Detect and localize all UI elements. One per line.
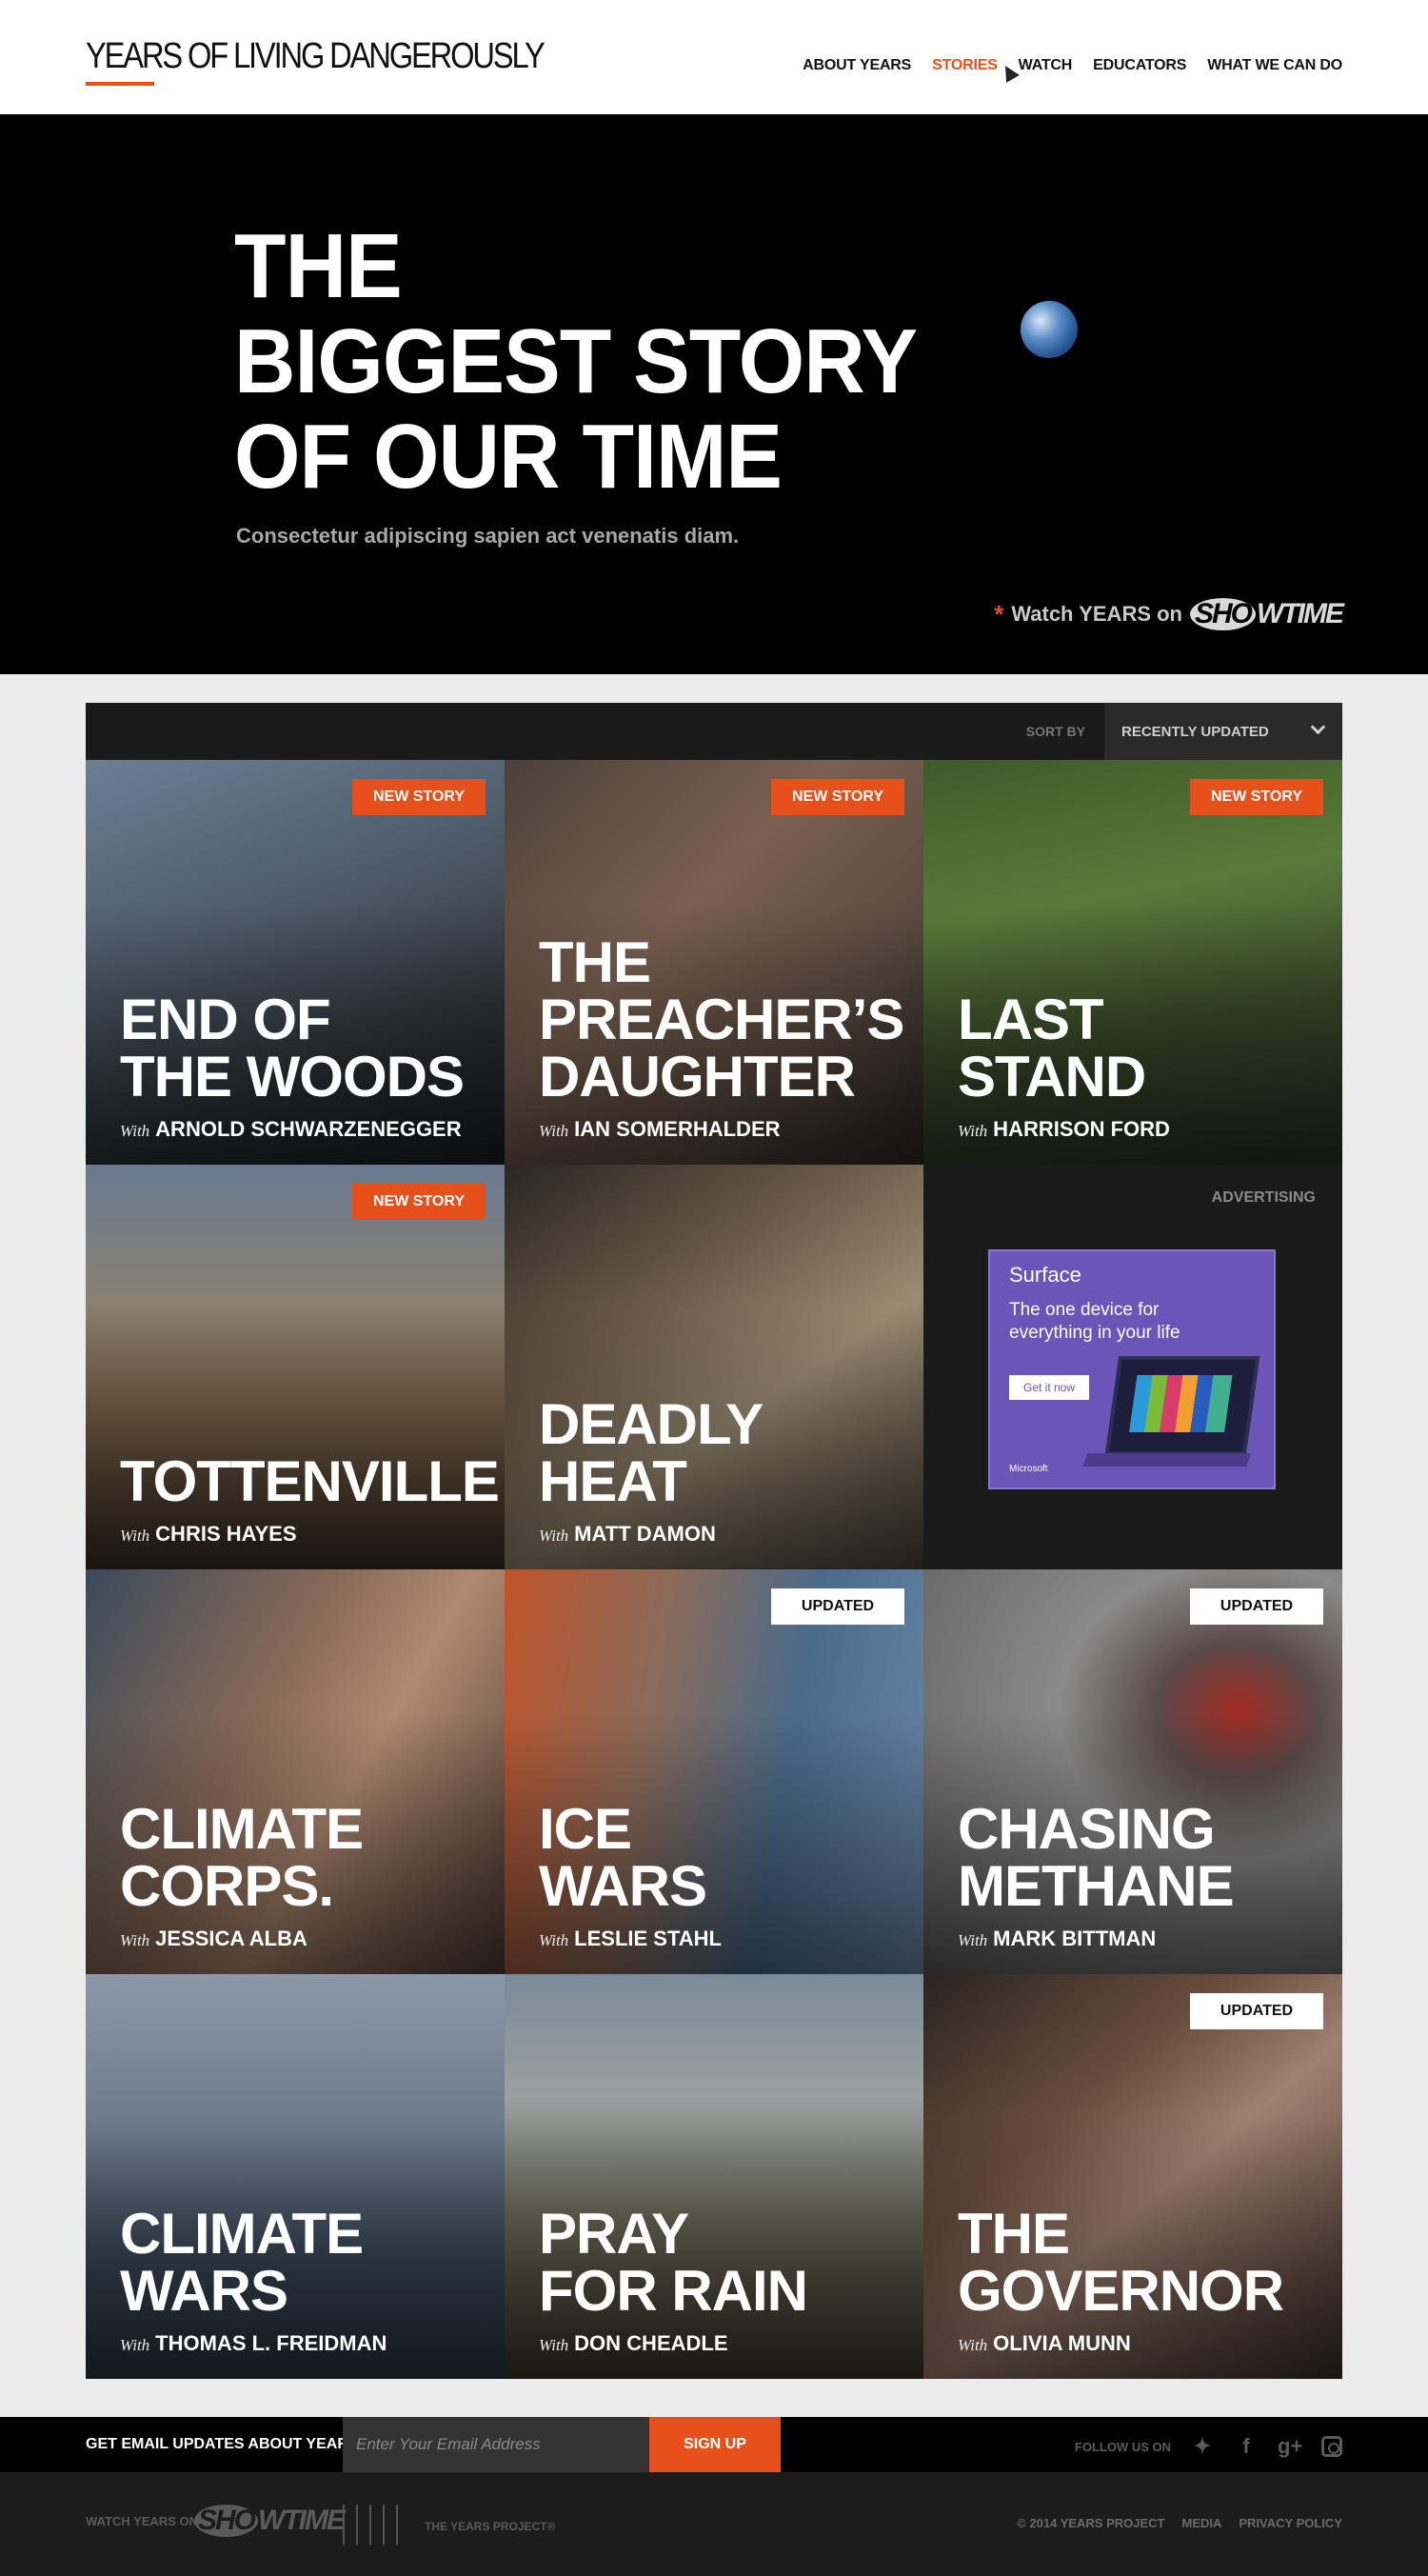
copyright-text: © 2014 YEARS PROJECT — [1017, 2516, 1165, 2530]
microsoft-logo: Microsoft — [1009, 1464, 1048, 1474]
hero-banner: THE BIGGEST STORY OF OUR TIME Consectetu… — [0, 114, 1428, 674]
story-tile-last-stand[interactable]: NEW STORY LAST STAND With HARRISON FORD — [923, 760, 1342, 1165]
story-host: With HARRISON FORD — [958, 1117, 1170, 1141]
showtime-logo: SHO WTIME — [1190, 598, 1344, 630]
stories-grid: NEW STORY END OF THE WOODS With ARNOLD SCH… — [86, 760, 1342, 2379]
chevron-down-icon — [1310, 719, 1326, 735]
updated-badge: UPDATED — [1190, 1588, 1323, 1625]
ad-text: The one device for everything in your li… — [1009, 1300, 1180, 1343]
facebook-icon[interactable]: f — [1234, 2434, 1259, 2459]
footer-link-privacy-policy[interactable]: PRIVACY POLICY — [1239, 2516, 1342, 2530]
nav-what-we-can-do[interactable]: WHAT WE CAN DO — [1207, 57, 1342, 74]
new-story-badge: NEW STORY — [352, 1184, 486, 1220]
story-title: CLIMATE WARS — [120, 2202, 364, 2323]
hero-subtitle: Consectetur adipiscing sapien act venena… — [236, 524, 740, 548]
watch-on-showtime-link[interactable]: * Watch YEARS on SHO WTIME — [994, 598, 1344, 630]
updated-badge: UPDATED — [771, 1588, 904, 1625]
story-title: THE GOVERNOR — [958, 2202, 1284, 2323]
story-title: PRAY FOR RAIN — [539, 2202, 808, 2323]
story-host: With OLIVIA MUNN — [958, 2331, 1131, 2355]
story-tile-climate-corps[interactable]: CLIMATE CORPS. With JESSICA ALBA — [86, 1569, 505, 1974]
story-title: LAST STAND — [958, 988, 1146, 1108]
asterisk-icon: * — [994, 599, 1004, 629]
story-tile-chasing-methane[interactable]: UPDATED CHASING METHANE With MARK BITTMAN — [923, 1569, 1342, 1974]
hero-title: THE BIGGEST STORY OF OUR TIME — [234, 215, 918, 508]
story-host: With JESSICA ALBA — [120, 1927, 307, 1950]
footer-showtime-logo[interactable]: SHO WTIME — [194, 2505, 346, 2537]
new-story-badge: NEW STORY — [1190, 779, 1323, 815]
story-host: With ARNOLD SCHWARZENEGGER — [120, 1117, 462, 1141]
story-title: DEADLY HEAT — [539, 1392, 764, 1513]
google-plus-icon[interactable]: g+ — [1278, 2434, 1302, 2459]
email-input[interactable] — [343, 2417, 649, 2472]
story-tile-end-of-the-woods[interactable]: NEW STORY END OF THE WOODS With ARNOLD SCH… — [86, 760, 505, 1165]
nav-watch[interactable]: WATCH — [1019, 57, 1073, 74]
story-host: With LESLIE STAHL — [539, 1927, 722, 1950]
follow-us-label: FOLLOW US ON — [1074, 2439, 1171, 2454]
story-tile-ice-wars[interactable]: UPDATED ICE WARS With LESLIE STAHL — [505, 1569, 923, 1974]
nav-stories[interactable]: STORIES — [932, 57, 998, 74]
sort-label: SORT BY — [1025, 724, 1085, 739]
surface-ad-banner[interactable]: Surface The one device for everything in… — [988, 1249, 1276, 1489]
sort-dropdown[interactable]: RECENTLY UPDATED — [1104, 703, 1342, 760]
sort-selected-value: RECENTLY UPDATED — [1121, 724, 1269, 740]
footer-links: © 2014 YEARS PROJECT MEDIA PRIVACY POLIC… — [1017, 2516, 1342, 2530]
footer-link-media[interactable]: MEDIA — [1182, 2516, 1222, 2530]
new-story-badge: NEW STORY — [352, 779, 486, 815]
watch-text: Watch YEARS on — [1011, 602, 1182, 626]
hero-title-line: BIGGEST STORY — [234, 310, 918, 412]
story-tile-tottenville[interactable]: NEW STORY TOTTENVILLE With CHRIS HAYES — [86, 1165, 505, 1569]
instagram-icon[interactable] — [1321, 2436, 1342, 2457]
story-host: With CHRIS HAYES — [120, 1522, 297, 1546]
ad-cta-button[interactable]: Get it now — [1009, 1375, 1089, 1400]
story-title: ICE WARS — [539, 1797, 707, 1918]
hero-title-line: THE — [234, 215, 403, 317]
sign-up-button[interactable]: SIGN UP — [649, 2417, 781, 2472]
story-host: With MARK BITTMAN — [958, 1927, 1157, 1950]
site-header: YEARS OF LIVING DANGEROUSLY ABOUT YEARS … — [0, 0, 1428, 114]
earth-globe-icon — [1021, 301, 1078, 358]
story-host: With DON CHEADLE — [539, 2331, 728, 2355]
keyboard-image — [1082, 1453, 1252, 1467]
advertising-label: ADVERTISING — [1211, 1189, 1316, 1206]
years-project-label[interactable]: THE YEARS PROJECT® — [425, 2520, 555, 2533]
story-tile-deadly-heat[interactable]: DEADLY HEAT With MATT DAMON — [505, 1165, 923, 1569]
story-title: CHASING METHANE — [958, 1797, 1235, 1918]
site-logo[interactable]: YEARS OF LIVING DANGEROUSLY — [86, 36, 545, 77]
story-title: THE PREACHER’S DAUGHTER — [539, 930, 904, 1108]
nav-educators[interactable]: EDUCATORS — [1093, 57, 1186, 74]
newsletter-bar: GET EMAIL UPDATES ABOUT YEARS SIGN UP FO… — [0, 2417, 1428, 2472]
story-tile-pray-for-rain[interactable]: PRAY FOR RAIN With DON CHEADLE — [505, 1974, 923, 2379]
story-tile-the-preachers-daughter[interactable]: NEW STORY THE PREACHER’S DAUGHTER With IAN … — [505, 760, 923, 1165]
new-story-badge: NEW STORY — [771, 779, 904, 815]
story-host: With MATT DAMON — [539, 1522, 716, 1546]
hero-title-line: OF OUR TIME — [234, 406, 783, 508]
years-project-logo-icon — [343, 2505, 409, 2545]
tablet-image — [1104, 1356, 1260, 1455]
logo-underline — [86, 82, 154, 86]
site-footer: WATCH YEARS ON SHO WTIME THE YEARS PROJEC… — [0, 2472, 1428, 2576]
updated-badge: UPDATED — [1190, 1993, 1323, 2029]
story-title: TOTTENVILLE — [120, 1449, 500, 1513]
ad-brand: Surface — [1009, 1263, 1081, 1287]
story-host: With THOMAS L. FREIDMAN — [120, 2331, 387, 2355]
story-title: END OF THE WOODS — [120, 988, 465, 1108]
story-host: With IAN SOMERHALDER — [539, 1117, 781, 1141]
newsletter-label: GET EMAIL UPDATES ABOUT YEARS — [86, 2436, 359, 2452]
story-tile-climate-wars[interactable]: CLIMATE WARS With THOMAS L. FREIDMAN — [86, 1974, 505, 2379]
main-nav: ABOUT YEARS STORIES WATCH EDUCATORS WHAT… — [803, 57, 1342, 74]
story-tile-the-governor[interactable]: UPDATED THE GOVERNOR With OLIVIA MUNN — [923, 1974, 1342, 2379]
social-links: FOLLOW US ON ✦ f g+ — [1075, 2434, 1342, 2459]
story-title: CLIMATE CORPS. — [120, 1797, 364, 1918]
nav-about-years[interactable]: ABOUT YEARS — [803, 57, 911, 74]
sort-bar: SORT BY RECENTLY UPDATED — [86, 703, 1342, 760]
footer-watch-label: WATCH YEARS ON — [86, 2514, 198, 2528]
twitter-icon[interactable]: ✦ — [1190, 2434, 1215, 2459]
advertising-tile: ADVERTISING Surface The one device for e… — [923, 1165, 1342, 1569]
